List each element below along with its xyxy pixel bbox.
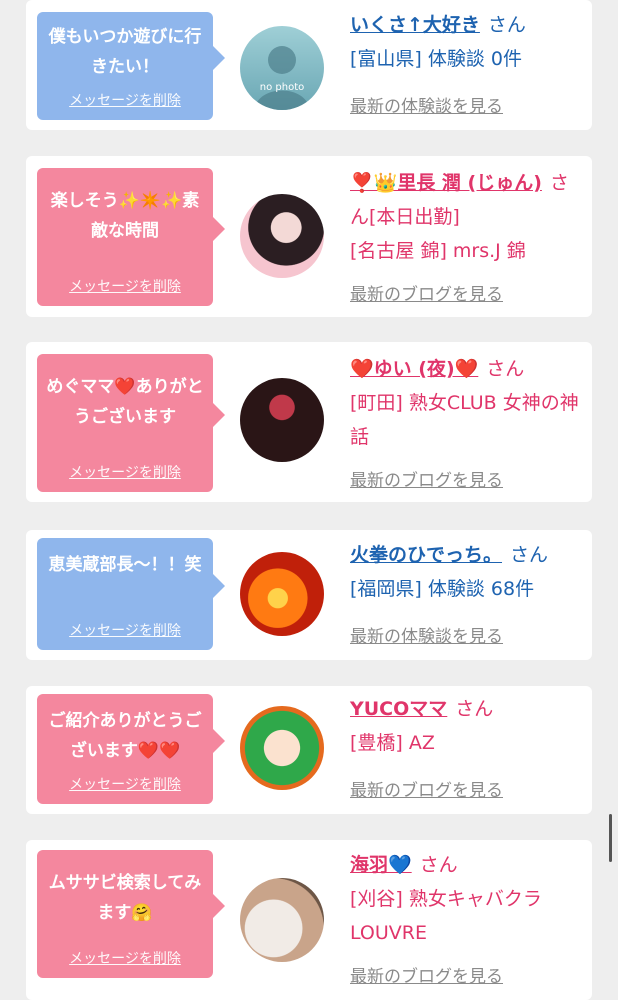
sender-meta: [名古屋 錦] mrs.J 錦 [350, 240, 526, 262]
sender-info: いくさ↑大好き さん [富山県] 体験談 0件 [350, 8, 586, 76]
message-text: 僕もいつか遊びに行きたい！ [48, 27, 202, 77]
sender-meta: [富山県] 体験談 0件 [350, 48, 522, 70]
message-card: ご紹介ありがとうございます❤️❤️ メッセージを削除 YUCOママ さん [豊橋]… [26, 686, 592, 814]
message-text: 楽しそう✨✴️✨素敵な時間 [50, 191, 200, 241]
see-latest-link[interactable]: 最新のブログを見る [350, 962, 503, 987]
illustration-avatar[interactable] [240, 706, 324, 790]
shift-status: [本日出勤] [369, 206, 460, 228]
delete-message-link[interactable]: メッセージを削除 [37, 948, 213, 968]
no-photo-label: no photo [259, 82, 305, 93]
message-bubble: 楽しそう✨✴️✨素敵な時間 メッセージを削除 [37, 168, 225, 306]
sender-info: 火拳のひでっち。 さん [福岡県] 体験談 68件 [350, 538, 586, 606]
sender-info: 海羽💙 さん [刈谷] 熟女キャバクラLOUVRE [350, 848, 586, 950]
honorific: さん [455, 698, 494, 720]
message-bubble: ムササビ検索してみます🤗 メッセージを削除 [37, 850, 225, 978]
delete-message-link[interactable]: メッセージを削除 [37, 774, 213, 794]
fire-avatar[interactable] [240, 552, 324, 636]
person-silhouette-icon [254, 46, 310, 110]
sender-info: ❤️ゆい (夜)❤️ さん [町田] 熟女CLUB 女神の神話 [350, 352, 586, 454]
honorific: さん [419, 854, 458, 876]
sender-name-link[interactable]: YUCOママ [350, 698, 447, 720]
user-photo-avatar[interactable] [240, 378, 324, 462]
see-latest-link[interactable]: 最新のブログを見る [350, 280, 503, 305]
see-latest-link[interactable]: 最新の体験談を見る [350, 622, 503, 647]
sender-name-link[interactable]: ❤️ゆい (夜)❤️ [350, 358, 478, 380]
honorific: さん [487, 14, 526, 36]
sender-name-link[interactable]: 海羽💙 [350, 854, 412, 876]
sender-name-link[interactable]: ❣️👑里長 潤 (じゅん) [350, 172, 542, 194]
user-photo-avatar[interactable] [240, 878, 324, 962]
see-latest-link[interactable]: 最新のブログを見る [350, 776, 503, 801]
message-card: 楽しそう✨✴️✨素敵な時間 メッセージを削除 ❣️👑里長 潤 (じゅん) さん[本… [26, 156, 592, 317]
message-bubble: めぐママ❤️ありがとうございます メッセージを削除 [37, 354, 225, 492]
sender-meta: [豊橋] AZ [350, 732, 435, 754]
honorific: さん [486, 358, 525, 380]
message-bubble: ご紹介ありがとうございます❤️❤️ メッセージを削除 [37, 694, 225, 804]
delete-message-link[interactable]: メッセージを削除 [37, 276, 213, 296]
user-photo-avatar[interactable] [240, 194, 324, 278]
message-card: めぐママ❤️ありがとうございます メッセージを削除 ❤️ゆい (夜)❤️ さん [… [26, 342, 592, 502]
message-text: ムササビ検索してみます🤗 [48, 873, 202, 923]
message-card: 僕もいつか遊びに行きたい！ メッセージを削除 no photo いくさ↑大好きさ… [26, 0, 592, 130]
message-bubble: 僕もいつか遊びに行きたい！ メッセージを削除 [37, 12, 225, 120]
sender-info: ❣️👑里長 潤 (じゅん) さん[本日出勤] [名古屋 錦] mrs.J 錦 [350, 166, 586, 268]
sender-meta: [福岡県] 体験談 68件 [350, 578, 535, 600]
honorific: さん [510, 544, 549, 566]
message-card: ムササビ検索してみます🤗 メッセージを削除 海羽💙 さん [刈谷] 熟女キャバクラ… [26, 840, 592, 1000]
sender-name-link[interactable]: いくさ↑大好き [350, 14, 480, 36]
sender-name-link[interactable]: 火拳のひでっち。 [350, 544, 502, 566]
sender-meta: [町田] 熟女CLUB 女神の神話 [350, 392, 579, 448]
message-card: 恵美蔵部長〜！！笑 メッセージを削除 火拳のひでっち。 さん [福岡県] 体験談 … [26, 530, 592, 660]
scrollbar[interactable] [609, 814, 612, 862]
message-text: ご紹介ありがとうございます❤️❤️ [48, 711, 202, 761]
delete-message-link[interactable]: メッセージを削除 [37, 620, 213, 640]
delete-message-link[interactable]: メッセージを削除 [37, 462, 213, 482]
no-photo-avatar[interactable]: no photo [240, 26, 324, 110]
sender-info: YUCOママ さん [豊橋] AZ [350, 692, 586, 760]
message-bubble: 恵美蔵部長〜！！笑 メッセージを削除 [37, 538, 225, 650]
see-latest-link[interactable]: 最新のブログを見る [350, 466, 503, 491]
message-text: めぐママ❤️ありがとうございます [46, 377, 204, 427]
sender-meta: [刈谷] 熟女キャバクラLOUVRE [350, 888, 542, 944]
message-text: 恵美蔵部長〜！！笑 [48, 555, 202, 575]
delete-message-link[interactable]: メッセージを削除 [37, 90, 213, 110]
see-latest-link[interactable]: 最新の体験談を見る [350, 92, 503, 117]
